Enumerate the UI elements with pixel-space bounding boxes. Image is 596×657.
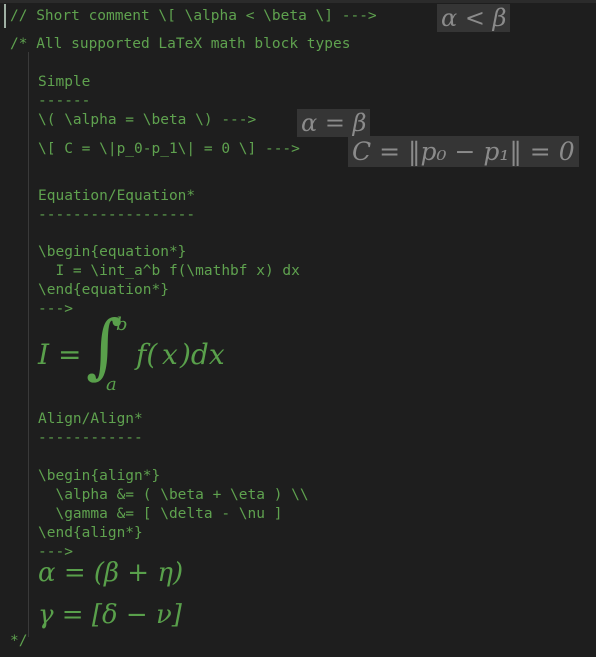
equation-body[interactable]: I = \int_a^b f(\mathbf x) dx: [38, 262, 299, 280]
integral-upper-limit: b: [116, 314, 128, 335]
equation-underline[interactable]: ------------------: [38, 206, 195, 224]
simple-inline-source[interactable]: \( \alpha = \beta \) --->: [38, 111, 256, 129]
simple-display-source[interactable]: \[ C = \|p_0-p_1\| = 0 \] --->: [38, 140, 300, 158]
align-end[interactable]: \end{align*}: [38, 524, 143, 542]
equation-begin[interactable]: \begin{equation*}: [38, 243, 186, 261]
comment-line[interactable]: // Short comment \[ \alpha < \beta \] --…: [10, 7, 377, 25]
align-rendered-line-2: γ = [δ − ν]: [38, 600, 182, 630]
block-comment-close[interactable]: */: [10, 632, 27, 650]
equation-lhs: I =: [38, 338, 82, 371]
editor-top-border: [0, 0, 596, 3]
text-cursor: [4, 4, 6, 28]
integral-lower-limit: a: [106, 374, 117, 395]
align-title[interactable]: Align/Align*: [38, 410, 143, 428]
simple-display-preview: C = ‖p₀ − p₁‖ = 0: [348, 136, 579, 167]
comment-math-preview: α < β: [437, 4, 511, 32]
integrand-bold-x: x: [162, 338, 178, 371]
equation-arrow[interactable]: --->: [38, 300, 73, 318]
simple-title[interactable]: Simple: [38, 73, 90, 91]
equation-end[interactable]: \end{equation*}: [38, 281, 169, 299]
align-underline[interactable]: ------------: [38, 429, 143, 447]
block-comment-open[interactable]: /* All supported LaTeX math block types: [10, 35, 350, 53]
integrand-dx: )dx: [180, 338, 225, 371]
align-begin[interactable]: \begin{align*}: [38, 467, 160, 485]
code-editor[interactable]: // Short comment \[ \alpha < \beta \] --…: [0, 0, 596, 657]
simple-underline[interactable]: ------: [38, 92, 90, 110]
align-line-2[interactable]: \gamma &= [ \delta - \nu ]: [38, 505, 282, 523]
equation-title[interactable]: Equation/Equation*: [38, 187, 195, 205]
integrand-f: f(: [136, 338, 158, 371]
simple-inline-preview: α = β: [297, 109, 371, 137]
align-rendered-line-1: α = (β + η): [38, 558, 184, 588]
align-line-1[interactable]: \alpha &= ( \beta + \eta ) \\: [38, 486, 308, 504]
indent-guide: [28, 52, 29, 637]
